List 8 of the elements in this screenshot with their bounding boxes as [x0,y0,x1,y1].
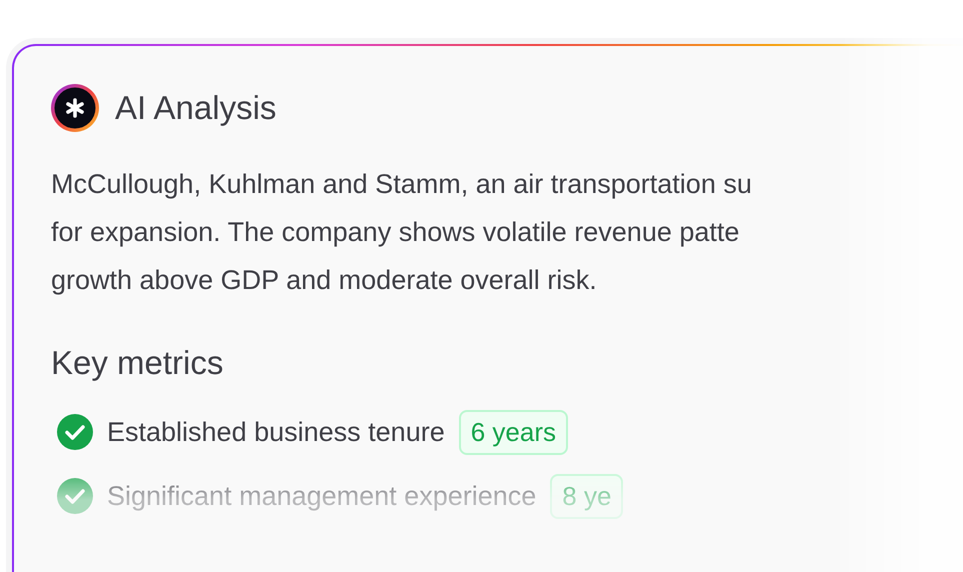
metric-value: 8 ye [550,474,624,518]
analysis-summary: McCullough, Kuhlman and Stamm, an air transportation su for expansion. The company shows volatile revenue patte growth above GDP and moderate overall risk. [51,168,753,297]
section-heading: Key metrics [51,344,224,382]
metric-label: Established business tenure [107,416,445,448]
card-title: AI Analysis [115,89,276,127]
asterisk-logo-icon [51,84,99,132]
metric-value: 6 years [458,410,568,454]
metric-label: Significant management experience [107,480,536,512]
